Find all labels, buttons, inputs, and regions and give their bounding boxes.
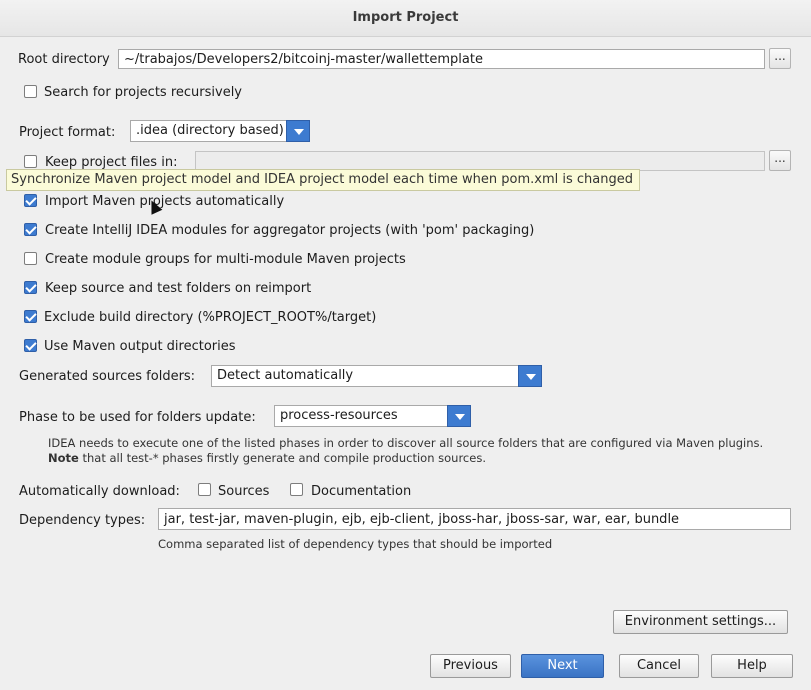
root-directory-browse-button[interactable]: ... [769,48,791,69]
dependency-types-field[interactable]: jar, test-jar, maven-plugin, ejb, ejb-cl… [158,508,791,530]
exclude-build-directory-checkbox[interactable] [24,310,37,323]
previous-button[interactable]: Previous [430,654,511,678]
keep-project-files-browse-button[interactable]: ... [769,150,791,171]
download-sources-checkbox[interactable] [198,483,211,496]
search-recursively-label: Search for projects recursively [44,85,242,100]
keep-project-files-checkbox[interactable] [24,155,37,168]
chevron-down-icon[interactable] [447,405,471,427]
keep-project-files-field[interactable] [195,151,765,171]
exclude-build-directory-label: Exclude build directory (%PROJECT_ROOT%/… [44,310,377,325]
create-module-groups-label: Create module groups for multi-module Ma… [45,252,406,267]
next-button[interactable]: Next [521,654,604,678]
keep-source-folders-label: Keep source and test folders on reimport [45,281,312,296]
cancel-button[interactable]: Cancel [619,654,699,678]
phase-note-line1: IDEA needs to execute one of the listed … [48,436,764,450]
project-format-value: .idea (directory based) [136,123,284,138]
project-format-label: Project format: [19,125,116,140]
chevron-down-icon[interactable] [286,120,310,142]
phase-note-bold: Note [48,451,79,465]
download-documentation-checkbox[interactable] [290,483,303,496]
keep-project-files-label: Keep project files in: [45,155,178,170]
use-maven-output-checkbox[interactable] [24,339,37,352]
phase-label: Phase to be used for folders update: [19,410,256,425]
download-sources-label: Sources [218,484,270,499]
tooltip: Synchronize Maven project model and IDEA… [6,169,640,191]
window-title: Import Project [0,0,811,37]
dependency-types-hint: Comma separated list of dependency types… [158,537,553,551]
import-maven-automatically-label: Import Maven projects automatically [45,194,285,209]
generated-sources-label: Generated sources folders: [19,369,196,384]
environment-settings-button[interactable]: Environment settings... [613,610,788,634]
create-aggregator-modules-label: Create IntelliJ IDEA modules for aggrega… [45,223,535,238]
dependency-types-label: Dependency types: [19,513,146,528]
phase-value: process-resources [280,408,398,423]
download-documentation-label: Documentation [311,484,412,499]
project-format-select[interactable]: .idea (directory based) [130,120,310,142]
keep-source-folders-checkbox[interactable] [24,281,37,294]
root-directory-field[interactable]: ~/trabajos/Developers2/bitcoinj-master/w… [118,49,765,69]
generated-sources-value: Detect automatically [217,368,354,383]
auto-download-label: Automatically download: [19,484,180,499]
root-directory-label: Root directory [18,52,110,67]
generated-sources-select[interactable]: Detect automatically [211,365,542,387]
create-aggregator-modules-checkbox[interactable] [24,223,37,236]
phase-select[interactable]: process-resources [274,405,471,427]
phase-note-line2: Note that all test-* phases firstly gene… [48,451,486,465]
create-module-groups-checkbox[interactable] [24,252,37,265]
use-maven-output-label: Use Maven output directories [44,339,236,354]
chevron-down-icon[interactable] [518,365,542,387]
import-maven-automatically-checkbox[interactable] [24,194,37,207]
phase-note-rest: that all test-* phases firstly generate … [78,451,486,465]
search-recursively-checkbox[interactable] [24,85,37,98]
help-button[interactable]: Help [711,654,793,678]
